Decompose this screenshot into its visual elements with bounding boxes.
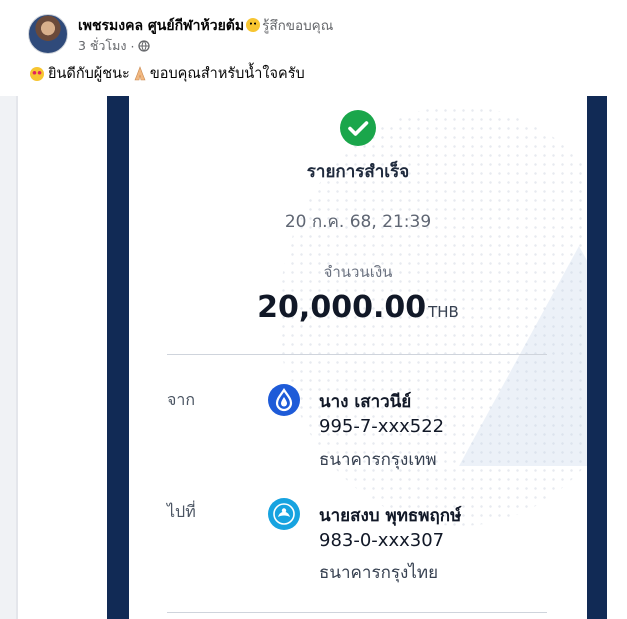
slip-divider-bottom (167, 612, 547, 613)
from-name: นาง เสาวนีย์ (319, 392, 412, 412)
to-bank: ธนาคารกรุงไทย (319, 563, 439, 583)
meta-separator: · (130, 38, 135, 54)
post-header: เพชรมงคล ศูนย์กีฬาห้วยต้ม รู้สึกขอบคุณ 3 … (0, 0, 627, 96)
smile-emoji-icon (246, 18, 261, 32)
heart-eyes-emoji-icon (30, 66, 44, 81)
from-label: จาก (167, 390, 196, 409)
praying-hands-icon (134, 65, 146, 80)
feed-gutter (0, 96, 16, 619)
post-meta: 3 ชั่วโมง · (78, 36, 151, 56)
amount-value: 20,000.00 (257, 290, 427, 325)
bangkok-bank-icon (268, 384, 300, 416)
transfer-datetime: 20 ก.ค. 68, 21:39 (284, 212, 432, 232)
amount: 20,000.00 THB (129, 290, 587, 325)
slip-border-left (107, 96, 129, 619)
to-name: นายสงบ พุทธพฤกษ์ (319, 506, 462, 526)
caption-text-2: ขอบคุณสำหรับน้ำใจครับ (149, 66, 305, 82)
caption-text-1: ยินดีกับผู้ชนะ (48, 66, 130, 82)
from-bank: ธนาคารกรุงเทพ (319, 450, 437, 470)
globe-icon[interactable] (138, 40, 151, 52)
transfer-slip: รายการสำเร็จ 20 ก.ค. 68, 21:39 จำนวนเงิน… (129, 96, 587, 619)
from-account: 995-7-xxx522 (319, 416, 445, 437)
post-time[interactable]: 3 ชั่วโมง (78, 36, 127, 56)
author-avatar[interactable] (28, 14, 68, 54)
amount-currency: THB (428, 303, 459, 321)
to-account: 983-0-xxx307 (319, 530, 445, 551)
success-check-icon (340, 110, 376, 146)
slip-border-right (587, 96, 607, 619)
to-label: ไปที่ (167, 502, 196, 521)
amount-label: จำนวนเงิน (323, 263, 393, 281)
post-image[interactable]: รายการสำเร็จ 20 ก.ค. 68, 21:39 จำนวนเงิน… (18, 96, 627, 619)
author-line: เพชรมงคล ศูนย์กีฬาห้วยต้ม รู้สึกขอบคุณ (78, 14, 333, 37)
transfer-status: รายการสำเร็จ (306, 162, 410, 182)
feeling-text: รู้สึกขอบคุณ (262, 18, 334, 34)
post-caption: ยินดีกับผู้ชนะ ขอบคุณสำหรับน้ำใจครับ (28, 62, 305, 85)
author-name[interactable]: เพชรมงคล ศูนย์กีฬาห้วยต้ม (78, 18, 244, 34)
krungthai-bank-icon (268, 498, 300, 530)
slip-divider (167, 354, 547, 355)
